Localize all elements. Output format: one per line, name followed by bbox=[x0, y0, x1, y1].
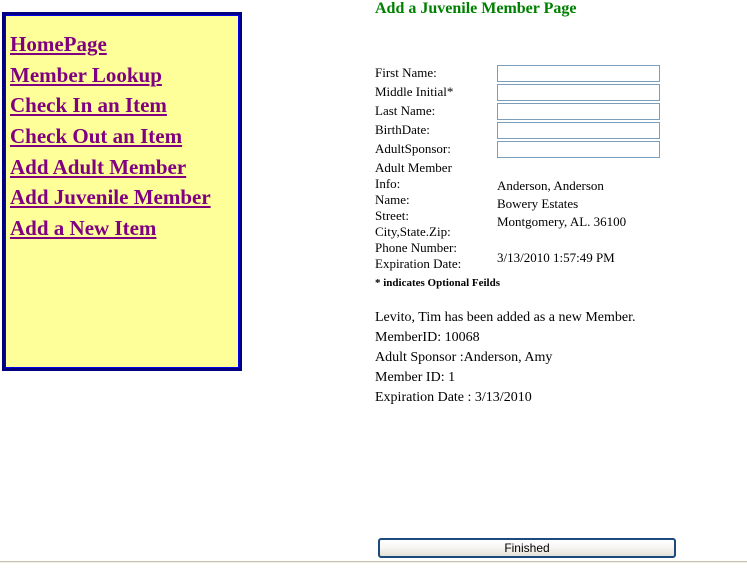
birthdate-field-cell bbox=[497, 122, 667, 141]
result-line-memberid: MemberID: 10068 bbox=[375, 330, 480, 345]
form-row-adult-sponsor: AdultSponsor: bbox=[375, 141, 667, 160]
birthdate-label: BirthDate: bbox=[375, 122, 430, 137]
sidebar-item-add-adult-member[interactable]: Add Adult Member bbox=[10, 155, 186, 179]
list-item: Check Out an Item bbox=[5, 125, 239, 148]
adult-member-info-row: Adult Member Info: Name: Street: City,St… bbox=[375, 160, 667, 274]
first-name-field-cell bbox=[497, 65, 667, 84]
adult-info-heading-line1: Adult Member bbox=[375, 160, 452, 175]
adult-sponsor-label: AdultSponsor: bbox=[375, 141, 451, 156]
finished-button[interactable]: Finished bbox=[378, 538, 676, 558]
list-item: Member Lookup bbox=[5, 63, 239, 87]
sidebar-item-homepage[interactable]: HomePage bbox=[10, 32, 107, 56]
list-item: Add a New Item bbox=[5, 217, 239, 240]
sidebar-item-check-in-item[interactable]: Check In an Item bbox=[10, 93, 167, 117]
adult-info-value-street: Bowery Estates bbox=[497, 196, 579, 211]
first-name-input[interactable] bbox=[497, 65, 660, 82]
last-name-label: Last Name: bbox=[375, 103, 436, 118]
adult-info-label-phone-number: Phone Number: bbox=[375, 240, 457, 255]
result-line-added: Levito, Tim has been added as a new Memb… bbox=[375, 310, 636, 325]
adult-info-value-phone-number bbox=[497, 232, 667, 250]
adult-info-label-city-state-zip: City,State.Zip: bbox=[375, 224, 451, 239]
birthdate-input[interactable] bbox=[497, 122, 660, 139]
adult-member-info-labels: Adult Member Info: Name: Street: City,St… bbox=[375, 160, 497, 274]
last-name-field-cell bbox=[497, 103, 667, 122]
list-item: Check In an Item bbox=[5, 94, 239, 117]
adult-info-value-city-state-zip: Montgomery, AL. 36100 bbox=[497, 214, 627, 229]
form-row-last-name: Last Name: bbox=[375, 103, 667, 122]
adult-info-label-name: Name: bbox=[375, 192, 410, 207]
sidebar-item-check-out-item[interactable]: Check Out an Item bbox=[10, 124, 182, 148]
adult-sponsor-input[interactable] bbox=[497, 141, 660, 158]
adult-info-value-name: Anderson, Anderson bbox=[497, 178, 604, 193]
bottom-divider bbox=[0, 561, 747, 563]
middle-initial-field-cell bbox=[497, 84, 667, 103]
adult-info-label-expiration-date: Expiration Date: bbox=[375, 256, 462, 271]
result-message-block: Levito, Tim has been added as a new Memb… bbox=[375, 308, 747, 408]
info-spacer-line bbox=[497, 160, 667, 178]
form-row-first-name: First Name: bbox=[375, 65, 667, 84]
form-row-middle-initial: Middle Initial* bbox=[375, 84, 667, 103]
sidebar-item-member-lookup[interactable]: Member Lookup bbox=[10, 63, 162, 87]
sidebar-nav-list: HomePage Member Lookup Check In an Item … bbox=[5, 15, 239, 240]
middle-initial-label: Middle Initial* bbox=[375, 84, 454, 99]
adult-info-label-street: Street: bbox=[375, 208, 409, 223]
result-line-adult-sponsor: Adult Sponsor :Anderson, Amy bbox=[375, 350, 553, 365]
adult-info-heading-line2: Info: bbox=[375, 176, 401, 191]
result-line-member-id: Member ID: 1 bbox=[375, 370, 456, 385]
juvenile-member-form: First Name: Middle Initial* Last Name: B… bbox=[375, 65, 667, 274]
last-name-input[interactable] bbox=[497, 103, 660, 120]
optional-fields-note: * indicates Optional Feilds bbox=[375, 277, 500, 289]
main-content: Add a Juvenile Member Page First Name: M… bbox=[375, 0, 747, 408]
list-item: HomePage bbox=[5, 33, 239, 56]
page-title: Add a Juvenile Member Page bbox=[375, 0, 577, 17]
sidebar-nav-panel: HomePage Member Lookup Check In an Item … bbox=[2, 12, 242, 371]
form-row-birthdate: BirthDate: bbox=[375, 122, 667, 141]
adult-info-value-expiration-date: 3/13/2010 1:57:49 PM bbox=[497, 250, 615, 265]
adult-sponsor-field-cell bbox=[497, 141, 667, 160]
list-item: Add Adult Member bbox=[5, 155, 239, 179]
list-item: Add Juvenile Member bbox=[5, 186, 239, 209]
sidebar-item-add-juvenile-member[interactable]: Add Juvenile Member bbox=[10, 185, 211, 209]
adult-member-info-values: Anderson, Anderson Bowery Estates Montgo… bbox=[497, 160, 667, 274]
sidebar-item-add-new-item[interactable]: Add a New Item bbox=[10, 216, 156, 240]
result-line-expiration-date: Expiration Date : 3/13/2010 bbox=[375, 390, 532, 405]
middle-initial-input[interactable] bbox=[497, 84, 660, 101]
first-name-label: First Name: bbox=[375, 65, 437, 80]
